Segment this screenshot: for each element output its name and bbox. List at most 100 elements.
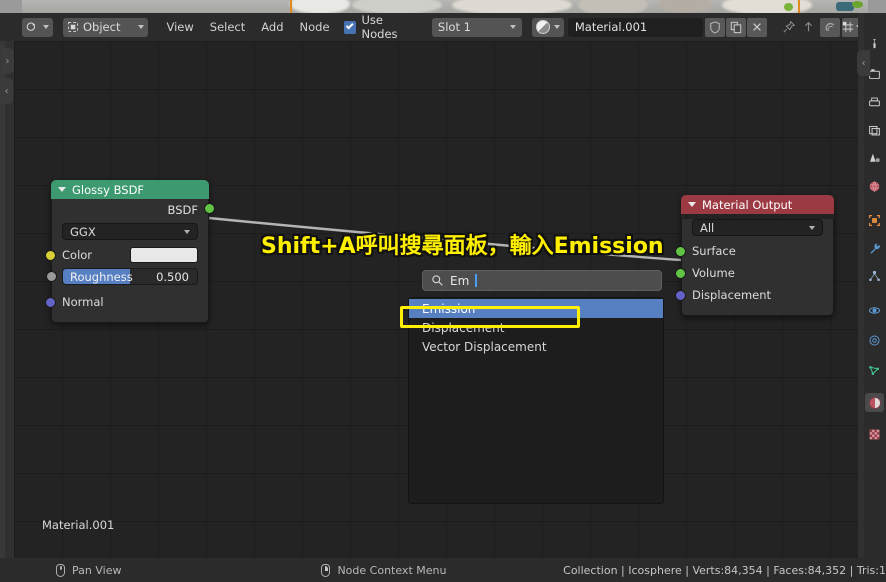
chevron-down-icon <box>43 25 49 29</box>
search-result-vector-displacement[interactable]: Vector Displacement <box>409 337 663 356</box>
search-result-emission[interactable]: Emission <box>409 299 663 318</box>
mode-selector[interactable]: Object <box>63 17 149 37</box>
parent-node-tree-button[interactable] <box>798 18 818 37</box>
status-pan-view: Pan View <box>56 563 121 577</box>
menu-node[interactable]: Node <box>292 13 338 41</box>
use-nodes-checkbox[interactable]: Use Nodes <box>343 13 418 41</box>
socket-color-input[interactable] <box>45 249 56 261</box>
open-sidebar-left-tab[interactable]: › <box>1 48 14 74</box>
socket-bsdf-output[interactable] <box>204 203 215 214</box>
chevron-down-icon <box>553 25 560 29</box>
material-sphere-icon <box>535 20 550 34</box>
material-slot-dropdown[interactable]: Slot 1 <box>431 17 522 37</box>
viewport-object <box>578 0 648 13</box>
node-input-color: Color <box>45 244 208 266</box>
roughness-label: Roughness <box>70 269 133 284</box>
menu-view[interactable]: View <box>158 13 201 41</box>
object-data-tab[interactable] <box>865 361 884 380</box>
node-input-volume: Volume <box>675 262 833 284</box>
text-caret <box>475 274 478 287</box>
color-swatch[interactable] <box>130 247 198 263</box>
chevron-down-icon <box>138 25 145 29</box>
texture-tab[interactable] <box>865 425 884 444</box>
orange-square-icon <box>868 214 881 227</box>
constraints-tab[interactable] <box>865 331 884 350</box>
socket-roughness-input[interactable] <box>46 271 57 282</box>
checkbox-box <box>343 20 356 34</box>
collapse-triangle-icon[interactable] <box>58 187 66 192</box>
chevron-down-icon <box>184 229 190 234</box>
status-right-label: Node Context Menu <box>337 563 447 577</box>
socket-surface-input[interactable] <box>675 245 686 257</box>
particles-icon <box>869 270 880 282</box>
output-tab[interactable] <box>865 93 884 112</box>
chevron-down-icon <box>809 225 815 230</box>
snap-toggle-button[interactable] <box>820 17 840 37</box>
search-result-displacement[interactable]: Displacement <box>409 318 663 337</box>
duplicate-icon <box>731 21 742 33</box>
checker-texture-icon <box>869 429 880 440</box>
constraint-icon <box>869 335 880 346</box>
add-node-search-popup[interactable]: Em Emission Displacement Vector Displace… <box>408 270 664 504</box>
node-header-material-output[interactable]: Material Output <box>681 195 834 214</box>
node-body-material-output: All Surface Volume Displacement <box>675 219 834 316</box>
open-sidebar-right-tab[interactable]: ‹ <box>857 50 870 76</box>
blender-window: Object View Select Add Node Use Nodes Sl… <box>0 0 886 582</box>
scene-statistics: Collection | Icosphere | Verts:84,354 | … <box>563 563 886 577</box>
world-tab[interactable] <box>865 177 884 196</box>
node-body-glossy-bsdf: BSDF GGX Color Roughness 0.500 Normal <box>45 199 215 323</box>
search-input[interactable]: Em <box>422 270 662 291</box>
scene-tab[interactable] <box>865 149 884 168</box>
distribution-dropdown[interactable]: GGX <box>62 223 198 240</box>
collapse-triangle-icon[interactable] <box>688 202 696 207</box>
pin-button[interactable] <box>779 18 798 37</box>
volume-label: Volume <box>692 266 735 280</box>
mouse-left-icon <box>56 563 65 577</box>
node-header-glossy-bsdf[interactable]: Glossy BSDF <box>51 180 209 199</box>
node-output-bsdf: BSDF <box>52 199 215 221</box>
node-title: Glossy BSDF <box>72 182 145 197</box>
particles-tab[interactable] <box>865 267 884 286</box>
collapse-panel-tab[interactable]: ‹ <box>0 78 13 104</box>
printer-icon <box>869 97 880 107</box>
roughness-value: 0.500 <box>156 269 189 284</box>
object-tab[interactable] <box>865 211 884 230</box>
material-name-field[interactable]: Material.001 <box>567 17 704 37</box>
displacement-label: Displacement <box>692 288 772 302</box>
roughness-slider[interactable]: Roughness 0.500 <box>62 268 198 285</box>
menu-add[interactable]: Add <box>253 13 291 41</box>
material-browse-button[interactable] <box>531 17 564 37</box>
node-editor-header: Object View Select Add Node Use Nodes Sl… <box>0 13 868 41</box>
viewport-object <box>290 0 350 13</box>
fake-user-button[interactable] <box>705 17 726 37</box>
close-x-icon <box>753 23 762 31</box>
node-editor-icon <box>26 22 36 31</box>
editor-type-button[interactable] <box>22 17 53 37</box>
properties-tab-column <box>858 13 886 558</box>
unlink-material-button[interactable] <box>747 17 768 37</box>
view-layer-tab[interactable] <box>865 121 884 140</box>
new-material-button[interactable] <box>726 17 747 37</box>
menu-select[interactable]: Select <box>202 13 253 41</box>
target-dropdown[interactable]: All <box>692 219 823 236</box>
socket-normal-input[interactable] <box>45 296 56 308</box>
material-tab[interactable] <box>865 393 884 412</box>
world-globe-icon <box>869 181 880 192</box>
search-results-list[interactable]: Emission Displacement Vector Displacemen… <box>408 297 664 504</box>
node-input-roughness: Roughness 0.500 <box>46 266 208 287</box>
modifier-tab[interactable] <box>865 239 884 258</box>
socket-volume-input[interactable] <box>675 267 686 279</box>
snap-magnet-icon <box>825 22 834 31</box>
object-mode-icon <box>68 22 78 32</box>
distribution-value: GGX <box>70 224 96 239</box>
physics-tab[interactable] <box>865 301 884 320</box>
viewport-strip <box>0 0 886 13</box>
node-glossy-bsdf[interactable]: Glossy BSDF BSDF GGX Color Roughness 0.5… <box>45 180 215 323</box>
socket-displacement-input[interactable] <box>675 289 686 301</box>
wrench-icon <box>870 243 880 254</box>
material-name-value: Material.001 <box>574 20 648 34</box>
annotation-text: Shift+A呼叫搜尋面板，輸入Emission <box>261 234 664 259</box>
editor-material-label: Material.001 <box>42 518 115 532</box>
node-material-output[interactable]: Material Output All Surface Volume Displ… <box>675 195 834 316</box>
node-editor-canvas[interactable]: Glossy BSDF BSDF GGX Color Roughness 0.5… <box>14 41 858 558</box>
